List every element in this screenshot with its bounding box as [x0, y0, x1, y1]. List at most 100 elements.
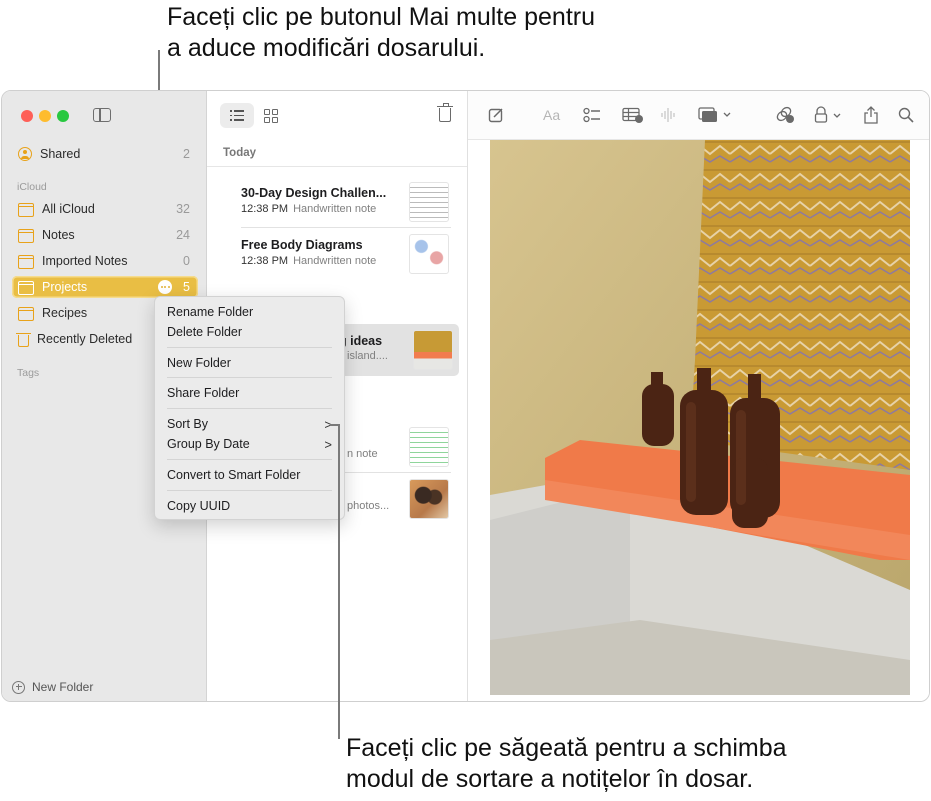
note-thumbnail — [413, 330, 453, 370]
note-meta: 12:38 PM Handwritten note — [241, 203, 376, 215]
note-title: 30-Day Design Challen... — [241, 186, 386, 200]
callout-top-line-2: a aduce modificări dosarului. — [167, 33, 595, 64]
menu-item-rename-folder[interactable]: Rename Folder — [167, 303, 332, 321]
sidebar-item-label: Projects — [42, 280, 158, 294]
menu-item-convert-smart-folder[interactable]: Convert to Smart Folder — [167, 466, 332, 484]
menu-separator — [167, 490, 332, 491]
sidebar-toggle-icon[interactable] — [93, 108, 111, 122]
sidebar-item-notes[interactable]: Notes 24 — [12, 224, 198, 246]
sidebar-item-count: 5 — [176, 280, 198, 294]
note-item[interactable]: Free Body Diagrams 12:38 PMHandwritten n… — [230, 231, 455, 277]
sidebar-item-count: 32 — [168, 202, 198, 216]
search-icon[interactable] — [898, 105, 914, 125]
menu-item-label: Delete Folder — [167, 325, 242, 339]
sidebar-item-label: Shared — [40, 147, 168, 161]
menu-item-label: Share Folder — [167, 386, 239, 400]
collaborate-icon[interactable] — [775, 105, 795, 125]
note-snippet: n note — [347, 448, 378, 460]
sidebar-item-count: 2 — [168, 147, 198, 161]
gallery-view-button[interactable] — [264, 109, 278, 123]
checklist-icon[interactable] — [583, 105, 601, 125]
minimize-window-button[interactable] — [39, 110, 51, 122]
menu-separator — [167, 347, 332, 348]
note-thumbnail — [409, 234, 449, 274]
menu-separator — [167, 459, 332, 460]
sidebar-item-label: Imported Notes — [42, 254, 168, 268]
menu-item-label: Rename Folder — [167, 305, 253, 319]
sidebar-item-label: Notes — [42, 228, 168, 242]
menu-separator — [167, 408, 332, 409]
callout-bottom-line-1: Faceți clic pe săgeată pentru a schimba — [346, 733, 787, 764]
note-snippet: island.... — [347, 350, 388, 362]
plus-circle-icon — [12, 681, 25, 694]
section-header-icloud: iCloud — [17, 181, 47, 193]
shared-person-icon — [18, 147, 32, 161]
note-time: 12:38 PM — [241, 255, 288, 267]
menu-item-copy-uuid[interactable]: Copy UUID — [167, 497, 332, 515]
close-window-button[interactable] — [21, 110, 33, 122]
delete-note-button[interactable] — [439, 108, 451, 122]
note-snippet: Handwritten note — [293, 255, 376, 267]
divider — [207, 166, 467, 167]
note-snippet: Handwritten note — [293, 203, 376, 215]
sidebar-item-imported-notes[interactable]: Imported Notes 0 — [12, 250, 198, 272]
callout-top-line-1: Faceți clic pe butonul Mai multe pentru — [167, 2, 595, 33]
share-icon[interactable] — [863, 105, 879, 125]
more-options-button[interactable] — [158, 280, 172, 294]
note-editor: Aa — [468, 91, 929, 701]
note-title: g ideas — [339, 334, 382, 348]
folder-icon — [18, 255, 34, 269]
menu-item-label: Copy UUID — [167, 499, 230, 513]
menu-item-label: New Folder — [167, 356, 231, 370]
menu-item-share-folder[interactable]: Share Folder — [167, 384, 332, 402]
format-label: Aa — [543, 107, 560, 123]
note-thumbnail — [409, 182, 449, 222]
menu-item-label: Sort By — [167, 417, 208, 431]
note-snippet: photos... — [347, 500, 389, 512]
trash-icon — [18, 335, 29, 347]
sidebar-item-label: All iCloud — [42, 202, 168, 216]
note-meta: photos... — [342, 500, 389, 512]
lock-icon[interactable] — [814, 105, 844, 125]
list-view-button[interactable] — [220, 103, 254, 128]
new-folder-label: New Folder — [32, 680, 93, 694]
section-header-today: Today — [223, 147, 256, 159]
list-icon — [230, 110, 244, 121]
menu-separator — [167, 377, 332, 378]
note-meta: 12:38 PM Handwritten note — [241, 255, 376, 267]
note-item[interactable]: 30-Day Design Challen... 12:38 PM Handwri… — [230, 179, 455, 225]
menu-item-sort-by[interactable]: Sort By> — [167, 415, 332, 433]
menu-item-label: Convert to Smart Folder — [167, 468, 300, 482]
audio-icon[interactable] — [660, 105, 676, 125]
editor-toolbar: Aa — [468, 91, 929, 140]
folder-icon — [18, 307, 34, 321]
menu-item-group-by-date[interactable]: Group By Date > — [167, 435, 332, 453]
chevron-right-icon[interactable]: > — [324, 437, 332, 452]
new-folder-button[interactable]: New Folder — [12, 680, 93, 694]
divider — [241, 227, 451, 228]
folder-context-menu: Rename Folder Delete Folder New Folder S… — [154, 296, 345, 520]
leader-line-bottom — [338, 424, 340, 739]
sidebar-item-all-icloud[interactable]: All iCloud 32 — [12, 198, 198, 220]
folder-icon — [18, 203, 34, 217]
sidebar-item-projects[interactable]: Projects 5 — [12, 276, 198, 298]
note-meta: n note — [342, 448, 378, 460]
menu-item-delete-folder[interactable]: Delete Folder — [167, 323, 332, 341]
table-icon[interactable] — [622, 105, 644, 125]
sidebar-item-shared[interactable]: Shared 2 — [12, 143, 198, 165]
section-header-tags: Tags — [17, 367, 39, 379]
menu-item-new-folder[interactable]: New Folder — [167, 354, 332, 372]
folder-icon — [18, 281, 34, 295]
note-image[interactable] — [490, 140, 910, 695]
menu-item-label: Group By Date — [167, 437, 250, 451]
format-text-icon[interactable]: Aa — [543, 105, 560, 125]
callout-more-button: Faceți clic pe butonul Mai multe pentru … — [167, 2, 595, 64]
note-time: 12:38 PM — [241, 203, 288, 215]
zoom-window-button[interactable] — [57, 110, 69, 122]
callout-bottom-line-2: modul de sortare a notițelor în dosar. — [346, 764, 787, 795]
folder-icon — [18, 229, 34, 243]
media-icon[interactable] — [698, 105, 732, 125]
note-meta: island.... — [339, 350, 388, 362]
compose-icon[interactable] — [488, 105, 504, 125]
notes-window: Shared 2 iCloud All iCloud 32 Notes 24 I… — [1, 90, 930, 702]
